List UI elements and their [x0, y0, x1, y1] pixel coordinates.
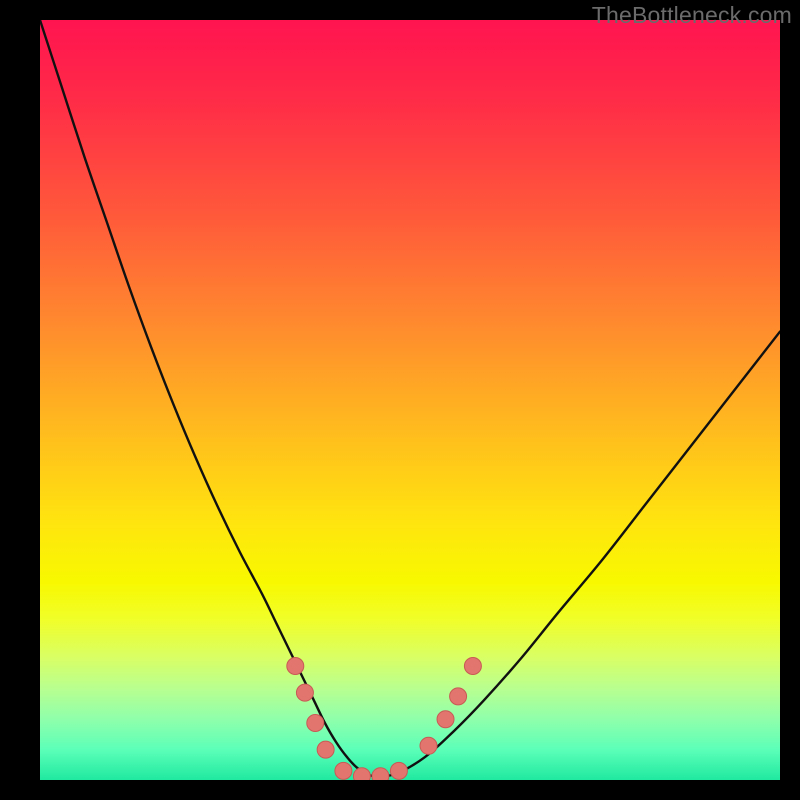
data-marker — [390, 762, 407, 779]
data-marker — [420, 737, 437, 754]
chart-svg — [40, 20, 780, 780]
chart-frame: TheBottleneck.com — [0, 0, 800, 800]
data-marker — [372, 768, 389, 780]
data-marker — [317, 741, 334, 758]
data-marker — [353, 768, 370, 780]
data-marker — [437, 711, 454, 728]
data-marker — [450, 688, 467, 705]
data-marker — [307, 715, 324, 732]
bottleneck-curve — [40, 20, 780, 777]
data-marker — [335, 762, 352, 779]
data-marker — [464, 658, 481, 675]
watermark-text: TheBottleneck.com — [592, 2, 792, 29]
marker-group — [287, 658, 482, 781]
data-marker — [287, 658, 304, 675]
chart-plot-area — [40, 20, 780, 780]
data-marker — [296, 684, 313, 701]
